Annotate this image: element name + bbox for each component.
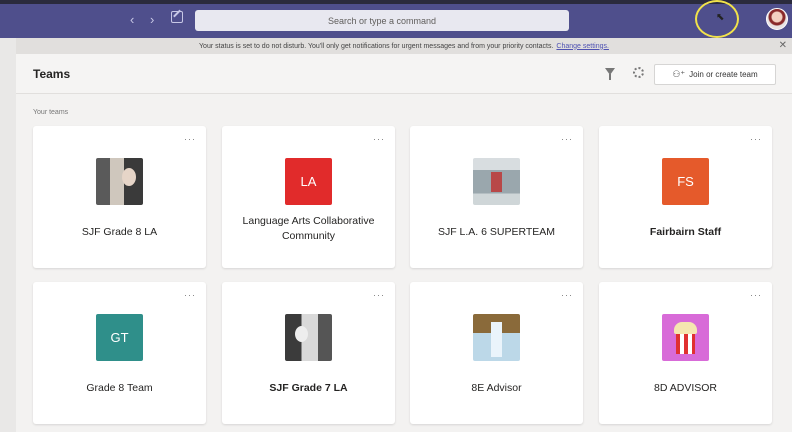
status-message: Your status is set to do not disturb. Yo… (199, 42, 554, 50)
teams-header: Teams ⚇⁺ Join or create team (16, 54, 792, 94)
mouse-cursor-icon: ⬉ (716, 12, 725, 23)
team-initials-tile: GT (96, 314, 143, 361)
join-button-label: Join or create team (689, 70, 758, 79)
more-options-icon[interactable]: ··· (184, 134, 196, 144)
more-options-icon[interactable]: ··· (373, 290, 385, 300)
team-name: 8D ADVISOR (653, 382, 718, 394)
status-notification-bar: Your status is set to do not disturb. Yo… (16, 38, 792, 54)
team-card[interactable]: ··· 8E Advisor (410, 282, 583, 424)
filter-icon[interactable] (605, 68, 615, 80)
more-options-icon[interactable]: ··· (373, 134, 385, 144)
back-icon[interactable]: ‹ (130, 12, 134, 27)
team-card[interactable]: ··· FS Fairbairn Staff (599, 126, 772, 268)
join-or-create-team-button[interactable]: ⚇⁺ Join or create team (654, 64, 776, 85)
team-initials-tile: FS (662, 158, 709, 205)
compose-icon[interactable] (171, 11, 183, 23)
team-name: SJF Grade 8 LA (81, 226, 158, 238)
team-card[interactable]: ··· SJF L.A. 6 SUPERTEAM (410, 126, 583, 268)
more-options-icon[interactable]: ··· (750, 134, 762, 144)
title-bar: ‹ › Search or type a command ⬉ (0, 0, 792, 38)
team-name: Grade 8 Team (86, 382, 153, 394)
team-name: Language Arts Collaborative Community (242, 215, 375, 242)
team-name: SJF Grade 7 LA (269, 382, 348, 394)
your-teams-label: Your teams (33, 109, 69, 116)
forward-icon[interactable]: › (150, 12, 154, 27)
more-options-icon[interactable]: ··· (561, 290, 573, 300)
more-options-icon[interactable]: ··· (561, 134, 573, 144)
team-photo-tile (96, 158, 143, 205)
team-photo-tile (285, 314, 332, 361)
team-name: SJF L.A. 6 SUPERTEAM (437, 226, 556, 238)
page-title: Teams (33, 67, 71, 81)
close-icon[interactable]: ✕ (779, 40, 787, 51)
team-photo-tile (662, 314, 709, 361)
avatar[interactable] (766, 8, 788, 30)
team-initials-tile: LA (285, 158, 332, 205)
team-card[interactable]: ··· SJF Grade 7 LA (222, 282, 395, 424)
team-photo-tile (473, 158, 520, 205)
gear-icon[interactable] (633, 67, 644, 78)
team-card[interactable]: ··· 8D ADVISOR (599, 282, 772, 424)
team-card[interactable]: ··· GT Grade 8 Team (33, 282, 206, 424)
team-name: 8E Advisor (471, 382, 522, 394)
left-rail (0, 38, 16, 432)
add-team-icon: ⚇⁺ (672, 69, 686, 79)
change-settings-link[interactable]: Change settings. (556, 43, 609, 50)
team-card[interactable]: ··· SJF Grade 8 LA (33, 126, 206, 268)
team-photo-tile (473, 314, 520, 361)
more-options-icon[interactable]: ··· (750, 290, 762, 300)
team-card[interactable]: ··· LA Language Arts Collaborative Commu… (222, 126, 395, 268)
title-bar-strip (0, 0, 792, 4)
more-options-icon[interactable]: ··· (184, 290, 196, 300)
search-input[interactable]: Search or type a command (195, 10, 569, 31)
teams-main: Teams ⚇⁺ Join or create team Your teams … (16, 54, 792, 432)
team-name: Fairbairn Staff (649, 226, 722, 238)
